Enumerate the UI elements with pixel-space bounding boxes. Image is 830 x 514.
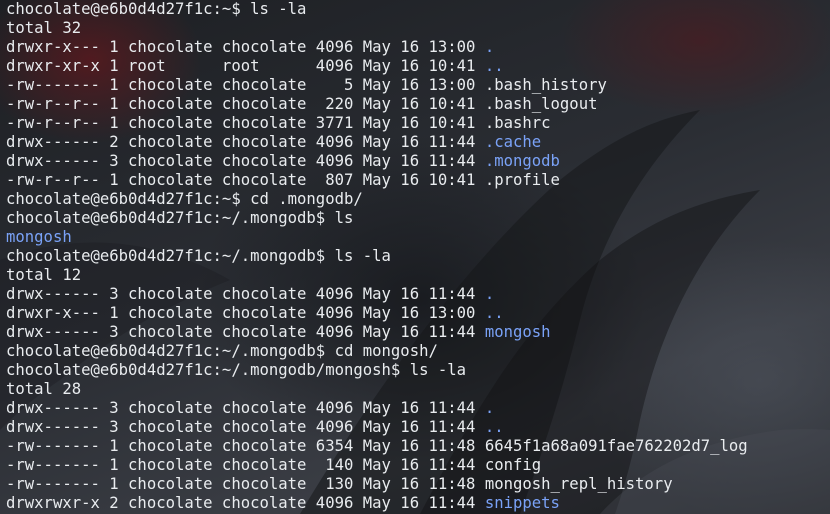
- terminal-output[interactable]: chocolate@e6b0d4d27f1c:~$ ls -la total 32…: [6, 0, 826, 514]
- line-text: total 12: [6, 266, 82, 284]
- prompt-text: chocolate@e6b0d4d27f1c:~$ ls -la: [6, 0, 307, 18]
- line-text: drwx------ 3 chocolate chocolate 4096 Ma…: [6, 323, 485, 341]
- directory-name: snippets: [484, 494, 560, 512]
- line-text: drwxr-x--- 1 chocolate chocolate 4096 Ma…: [6, 304, 485, 322]
- line-text: drwxr-x--- 1 chocolate chocolate 4096 Ma…: [6, 38, 485, 56]
- listing-line: -rw------- 1 chocolate chocolate 140 May…: [6, 456, 826, 475]
- listing-line: mongosh: [6, 228, 826, 247]
- prompt-line: chocolate@e6b0d4d27f1c:~$ ls -la: [6, 0, 826, 19]
- listing-line: drwxrwxr-x 2 chocolate chocolate 4096 Ma…: [6, 494, 826, 513]
- line-text: -rw-r--r-- 1 chocolate chocolate 3771 Ma…: [6, 114, 485, 132]
- listing-line: -rw-r--r-- 1 chocolate chocolate 220 May…: [6, 95, 826, 114]
- listing-line: drwxr-x--- 1 chocolate chocolate 4096 Ma…: [6, 304, 826, 323]
- line-text: -rw-r--r-- 1 chocolate chocolate 807 May…: [6, 171, 485, 189]
- listing-line: drwxr-x--- 1 chocolate chocolate 4096 Ma…: [6, 38, 826, 57]
- directory-name: ..: [484, 304, 504, 322]
- file-name: .bash_logout: [484, 95, 598, 113]
- prompt-line: chocolate@e6b0d4d27f1c:~/.mongodb$ cd mo…: [6, 342, 826, 361]
- directory-name: mongosh: [6, 228, 72, 246]
- line-text: drwxrwxr-x 2 chocolate chocolate 4096 Ma…: [6, 494, 485, 512]
- prompt-text: chocolate@e6b0d4d27f1c:~$ cd .mongodb/: [6, 190, 363, 208]
- directory-name: ..: [484, 57, 504, 75]
- listing-line: drwx------ 3 chocolate chocolate 4096 Ma…: [6, 399, 826, 418]
- prompt-line: chocolate@e6b0d4d27f1c:~$ cd .mongodb/: [6, 190, 826, 209]
- output-line: total 28: [6, 380, 826, 399]
- prompt-text: chocolate@e6b0d4d27f1c:~/.mongodb$ cd mo…: [6, 342, 438, 360]
- directory-name: .cache: [484, 133, 542, 151]
- listing-line: drwx------ 3 chocolate chocolate 4096 Ma…: [6, 152, 826, 171]
- prompt-line: chocolate@e6b0d4d27f1c:~/.mongodb/mongos…: [6, 361, 826, 380]
- file-name: .profile: [484, 171, 560, 189]
- directory-name: .: [484, 285, 495, 303]
- file-name: .bashrc: [484, 114, 551, 132]
- line-text: drwxr-xr-x 1 root root 4096 May 16 10:41: [6, 57, 485, 75]
- line-text: -rw------- 1 chocolate chocolate 6354 Ma…: [6, 437, 485, 455]
- prompt-text: chocolate@e6b0d4d27f1c:~/.mongodb/mongos…: [6, 361, 467, 379]
- listing-line: -rw------- 1 chocolate chocolate 5 May 1…: [6, 76, 826, 95]
- directory-name: .: [484, 399, 495, 417]
- line-text: drwx------ 3 chocolate chocolate 4096 Ma…: [6, 152, 485, 170]
- prompt-text: chocolate@e6b0d4d27f1c:~/.mongodb$ ls: [6, 209, 354, 227]
- directory-name: mongosh: [484, 323, 551, 341]
- line-text: drwx------ 3 chocolate chocolate 4096 Ma…: [6, 285, 485, 303]
- line-text: -rw------- 1 chocolate chocolate 140 May…: [6, 456, 485, 474]
- listing-line: -rw------- 1 chocolate chocolate 130 May…: [6, 475, 826, 494]
- line-text: drwx------ 2 chocolate chocolate 4096 Ma…: [6, 133, 485, 151]
- output-line: total 12: [6, 266, 826, 285]
- listing-line: -rw-r--r-- 1 chocolate chocolate 807 May…: [6, 171, 826, 190]
- line-text: total 32: [6, 19, 82, 37]
- directory-name: ..: [484, 418, 504, 436]
- line-text: total 28: [6, 380, 82, 398]
- listing-line: -rw-r--r-- 1 chocolate chocolate 3771 Ma…: [6, 114, 826, 133]
- line-text: drwx------ 3 chocolate chocolate 4096 Ma…: [6, 399, 485, 417]
- prompt-line: chocolate@e6b0d4d27f1c:~/.mongodb$ ls: [6, 209, 826, 228]
- listing-line: drwx------ 3 chocolate chocolate 4096 Ma…: [6, 418, 826, 437]
- file-name: config: [484, 456, 542, 474]
- file-name: 6645f1a68a091fae762202d7_log: [484, 437, 748, 455]
- line-text: -rw-r--r-- 1 chocolate chocolate 220 May…: [6, 95, 485, 113]
- listing-line: drwx------ 3 chocolate chocolate 4096 Ma…: [6, 323, 826, 342]
- listing-line: drwx------ 3 chocolate chocolate 4096 Ma…: [6, 285, 826, 304]
- directory-name: .mongodb: [484, 152, 560, 170]
- output-line: total 32: [6, 19, 826, 38]
- listing-line: drwx------ 2 chocolate chocolate 4096 Ma…: [6, 133, 826, 152]
- listing-line: drwxr-xr-x 1 root root 4096 May 16 10:41…: [6, 57, 826, 76]
- directory-name: .: [484, 38, 495, 56]
- prompt-text: chocolate@e6b0d4d27f1c:~/.mongodb$ ls -l…: [6, 247, 391, 265]
- line-text: -rw------- 1 chocolate chocolate 130 May…: [6, 475, 485, 493]
- file-name: .bash_history: [484, 76, 607, 94]
- file-name: mongosh_repl_history: [484, 475, 673, 493]
- prompt-line: chocolate@e6b0d4d27f1c:~/.mongodb$ ls -l…: [6, 247, 826, 266]
- line-text: -rw------- 1 chocolate chocolate 5 May 1…: [6, 76, 485, 94]
- listing-line: -rw------- 1 chocolate chocolate 6354 Ma…: [6, 437, 826, 456]
- line-text: drwx------ 3 chocolate chocolate 4096 Ma…: [6, 418, 485, 436]
